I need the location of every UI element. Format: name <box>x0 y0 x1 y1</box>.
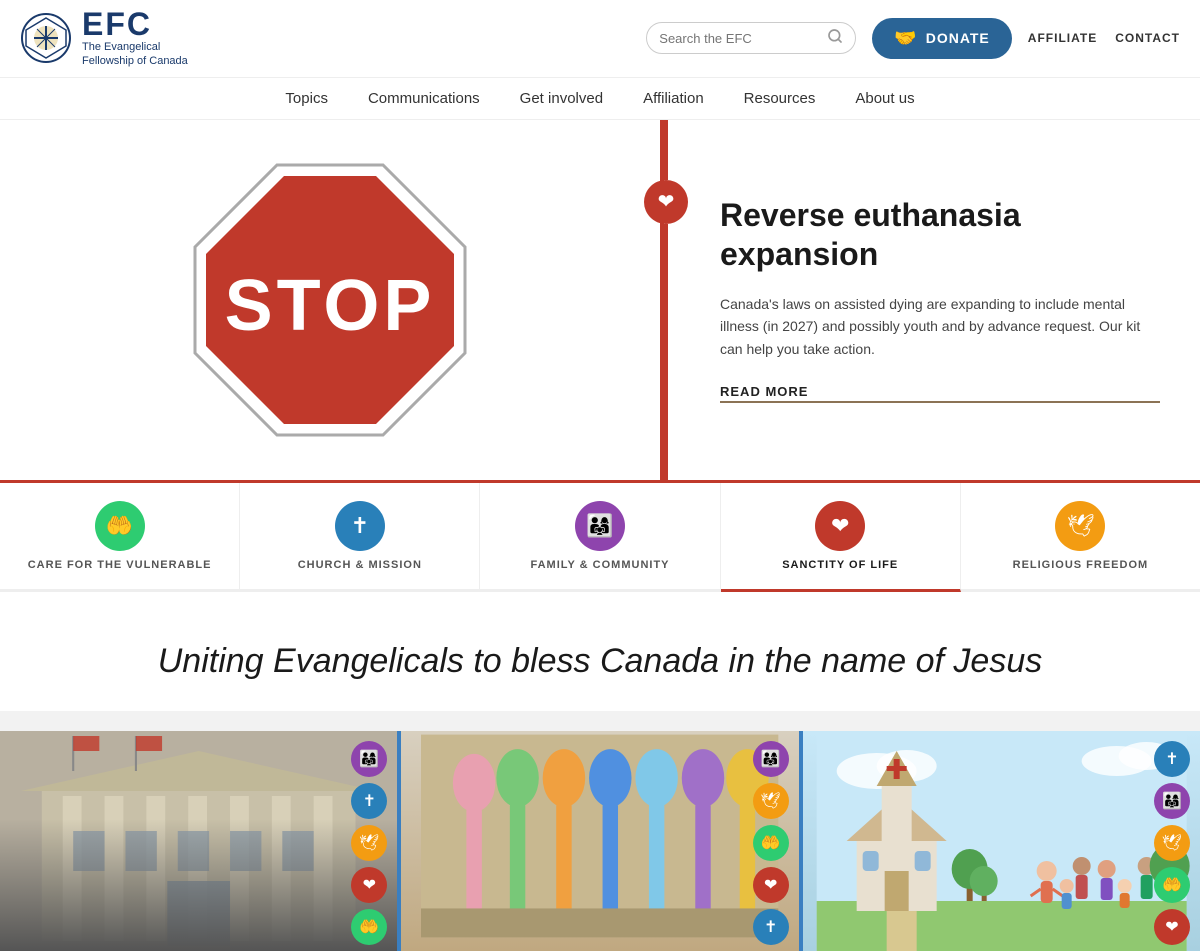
tab-family-community[interactable]: 👨‍👩‍👧 FAMILY & COMMUNITY <box>480 483 720 589</box>
nav-resources[interactable]: Resources <box>744 90 816 107</box>
search-input[interactable] <box>659 31 821 46</box>
header-links: AFFILIATE CONTACT <box>1028 31 1180 45</box>
logo-area: EFC The Evangelical Fellowship of Canada <box>20 8 188 69</box>
card3-icon-3: 🕊 <box>1154 825 1190 861</box>
tab-church-mission[interactable]: ✝ CHURCH & MISSION <box>240 483 480 589</box>
donate-hand-icon: 🤝 <box>894 28 917 49</box>
card1-icons-overlay: 👨‍👩‍👧 ✝ 🕊 ❤ 🤲 <box>351 741 387 945</box>
card-paddles-image: 👨‍👩‍👧 🕊 🤲 ❤ ✝ <box>401 731 798 951</box>
church-mission-label: CHURCH & MISSION <box>298 559 422 571</box>
card2-icon-5: ✝ <box>753 909 789 945</box>
tagline-text: Uniting Evangelicals to bless Canada in … <box>20 642 1180 681</box>
tagline-section: Uniting Evangelicals to bless Canada in … <box>0 592 1200 711</box>
family-community-label: FAMILY & COMMUNITY <box>531 559 670 571</box>
card3-icon-4: 🤲 <box>1154 867 1190 903</box>
read-more-link[interactable]: READ MORE <box>720 384 1160 403</box>
church-mission-icon: ✝ <box>335 501 385 551</box>
card2-icons-overlay: 👨‍👩‍👧 🕊 🤲 ❤ ✝ <box>753 741 789 945</box>
donate-label: DONATE <box>926 30 990 46</box>
hero-right: ❤ Reverse euthanasia expansion Canada's … <box>660 120 1200 480</box>
affiliate-link[interactable]: AFFILIATE <box>1028 31 1097 45</box>
card1-icon-2: ✝ <box>351 783 387 819</box>
tab-sanctity-life[interactable]: ❤ SANCTITY OF LIFE <box>721 483 961 592</box>
logo-text: EFC The Evangelical Fellowship of Canada <box>82 8 188 69</box>
logo-efc: EFC <box>82 8 188 40</box>
nav-get-involved[interactable]: Get involved <box>520 90 603 107</box>
nav-topics[interactable]: Topics <box>285 90 328 107</box>
hero-left: STOP <box>0 120 660 480</box>
card1-icon-4: ❤ <box>351 867 387 903</box>
tab-care-vulnerable[interactable]: 🤲 CARE FOR THE VULNERABLE <box>0 483 240 589</box>
religious-freedom-label: RELIGIOUS FREEDOM <box>1013 559 1149 571</box>
card2-icon-1: 👨‍👩‍👧 <box>753 741 789 777</box>
header-right: 🤝 DONATE AFFILIATE CONTACT <box>646 18 1180 59</box>
religious-freedom-icon: 🕊 <box>1055 501 1105 551</box>
svg-text:STOP: STOP <box>225 266 436 346</box>
contact-link[interactable]: CONTACT <box>1115 31 1180 45</box>
card3-icon-1: ✝ <box>1154 741 1190 777</box>
search-box[interactable] <box>646 22 856 54</box>
nav-bar: Topics Communications Get involved Affil… <box>0 78 1200 120</box>
sanctity-life-icon: ❤ <box>815 501 865 551</box>
search-icon <box>827 28 843 48</box>
stop-sign: STOP <box>180 150 480 450</box>
card1-icon-5: 🤲 <box>351 909 387 945</box>
care-vulnerable-label: CARE FOR THE VULNERABLE <box>28 559 212 571</box>
cards-row: 👨‍👩‍👧 ✝ 🕊 ❤ 🤲 <box>0 731 1200 951</box>
logo-subtitle-line2: Fellowship of Canada <box>82 54 188 68</box>
card1-icon-3: 🕊 <box>351 825 387 861</box>
logo-subtitle-line1: The Evangelical <box>82 40 188 54</box>
card-paddles[interactable]: 👨‍👩‍👧 🕊 🤲 ❤ ✝ <box>397 731 798 951</box>
card-church[interactable]: ✝ 👨‍👩‍👧 🕊 🤲 ❤ <box>799 731 1200 951</box>
card3-icon-2: 👨‍👩‍👧 <box>1154 783 1190 819</box>
card-building-image: 👨‍👩‍👧 ✝ 🕊 ❤ 🤲 <box>0 731 397 951</box>
family-community-icon: 👨‍👩‍👧 <box>575 501 625 551</box>
nav-about-us[interactable]: About us <box>855 90 914 107</box>
card3-icons-overlay: ✝ 👨‍👩‍👧 🕊 🤲 ❤ <box>1154 741 1190 945</box>
card-church-image: ✝ 👨‍👩‍👧 🕊 🤲 ❤ <box>803 731 1200 951</box>
hero-description: Canada's laws on assisted dying are expa… <box>720 293 1160 360</box>
nav-communications[interactable]: Communications <box>368 90 480 107</box>
care-vulnerable-icon: 🤲 <box>95 501 145 551</box>
card3-icon-5: ❤ <box>1154 909 1190 945</box>
cards-section: 👨‍👩‍👧 ✝ 🕊 ❤ 🤲 <box>0 711 1200 951</box>
card1-icon-1: 👨‍👩‍👧 <box>351 741 387 777</box>
donate-button[interactable]: 🤝 DONATE <box>872 18 1012 59</box>
nav-affiliation[interactable]: Affiliation <box>643 90 704 107</box>
topic-tabs: 🤲 CARE FOR THE VULNERABLE ✝ CHURCH & MIS… <box>0 483 1200 592</box>
tab-religious-freedom[interactable]: 🕊 RELIGIOUS FREEDOM <box>961 483 1200 589</box>
card2-icon-3: 🤲 <box>753 825 789 861</box>
header-top: EFC The Evangelical Fellowship of Canada… <box>0 0 1200 78</box>
card2-icon-4: ❤ <box>753 867 789 903</box>
hero-title: Reverse euthanasia expansion <box>720 196 1160 273</box>
sanctity-life-label: SANCTITY OF LIFE <box>782 559 898 571</box>
efc-logo-icon <box>20 12 72 64</box>
card-building[interactable]: 👨‍👩‍👧 ✝ 🕊 ❤ 🤲 <box>0 731 397 951</box>
hero-section: STOP ❤ Reverse euthanasia expansion Cana… <box>0 120 1200 483</box>
card2-icon-2: 🕊 <box>753 783 789 819</box>
